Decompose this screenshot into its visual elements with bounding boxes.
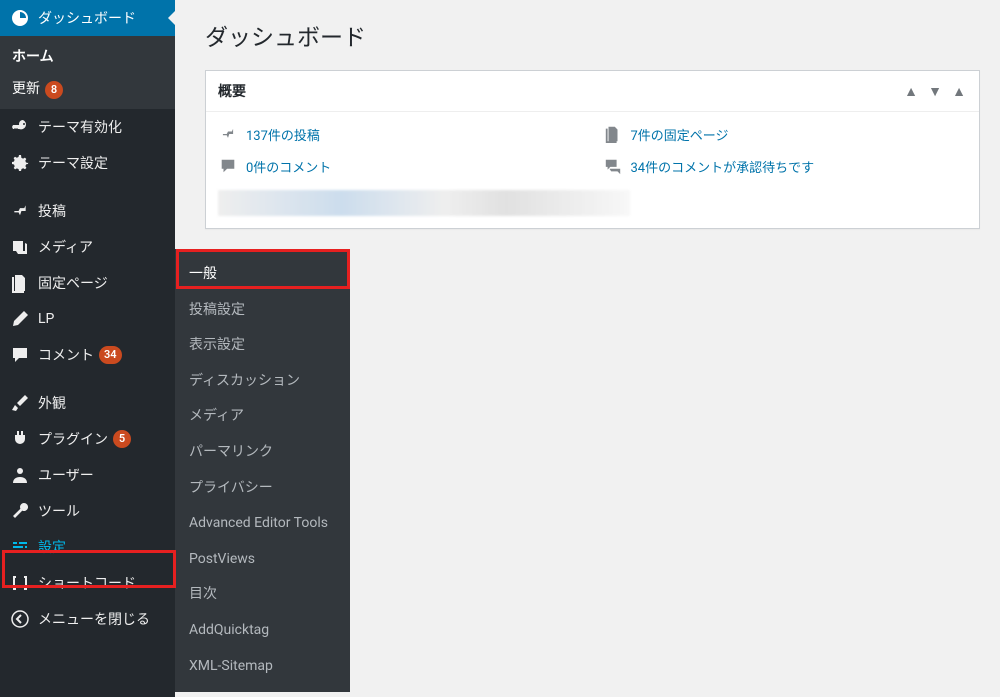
sidebar-label: 固定ページ [38,273,108,293]
settings-flyout: 一般 投稿設定 表示設定 ディスカッション メディア パーマリンク プライバシー… [175,249,350,692]
gear-icon [10,153,30,173]
sidebar-item-comments[interactable]: コメント 34 [0,337,175,373]
sidebar-label: プラグイン [38,429,108,449]
sidebar-label: ツール [38,501,80,521]
flyout-item-writing[interactable]: 投稿設定 [175,293,350,329]
sidebar-item-users[interactable]: ユーザー [0,457,175,493]
sidebar-label: メディア [38,237,93,257]
overview-posts: 137件の投稿 [218,124,583,144]
flyout-item-general[interactable]: 一般 [175,257,350,293]
pin-icon [10,201,30,221]
overview-pages: 7件の固定ページ [603,124,968,144]
overview-comments-link[interactable]: 0件のコメント [246,157,331,176]
page-icon [10,273,30,293]
comment-icon [10,345,30,365]
sidebar-label: ショートコード [38,573,136,593]
overview-pending: 34件のコメントが承認待ちです [603,156,968,176]
admin-sidebar: ダッシュボード ホーム 更新8 テーマ有効化 テーマ設定 投稿 メディア 固定ペ… [0,0,175,697]
page-icon [603,124,623,144]
flyout-item-postviews[interactable]: PostViews [175,542,350,578]
metabox-controls: ▲ ▼ ▲ [903,83,967,100]
page-title: ダッシュボード [205,18,980,52]
metabox-title: 概要 [218,81,903,101]
flyout-item-aet[interactable]: Advanced Editor Tools [175,506,350,542]
flyout-item-privacy[interactable]: プライバシー [175,471,350,507]
sidebar-item-plugins[interactable]: プラグイン 5 [0,421,175,457]
comments-badge: 34 [99,346,122,364]
sidebar-label: ユーザー [38,465,94,485]
sidebar-label: 設定 [38,537,66,557]
sidebar-label: コメント [38,345,94,365]
overview-pages-link[interactable]: 7件の固定ページ [631,125,729,144]
sidebar-label: 外観 [38,393,66,413]
plugins-badge: 5 [113,430,131,448]
dashboard-icon [10,8,30,28]
sidebar-item-shortcode[interactable]: ショートコード [0,565,175,601]
sidebar-item-collapse[interactable]: メニューを閉じる [0,601,175,637]
flyout-item-discussion[interactable]: ディスカッション [175,364,350,400]
user-icon [10,465,30,485]
flyout-item-toc[interactable]: 目次 [175,577,350,613]
redacted-strip [218,190,630,216]
collapse-icon [10,609,30,629]
sidebar-item-tools[interactable]: ツール [0,493,175,529]
sidebar-item-pages[interactable]: 固定ページ [0,265,175,301]
sliders-icon [10,537,30,557]
main-content: ダッシュボード 概要 ▲ ▼ ▲ 137件の投稿 7件の固定ページ [195,0,1000,249]
overview-pending-link[interactable]: 34件のコメントが承認待ちです [631,157,815,176]
sidebar-item-posts[interactable]: 投稿 [0,193,175,229]
move-up-icon[interactable]: ▲ [903,83,919,100]
sidebar-label: LP [38,311,54,327]
overview-grid: 137件の投稿 7件の固定ページ 0件のコメント 34件のコメントが承認待ちです [218,124,967,176]
updates-badge: 8 [45,81,63,99]
sidebar-sub-updates[interactable]: 更新8 [0,72,175,105]
sidebar-sub-home[interactable]: ホーム [0,40,175,72]
metabox-header: 概要 ▲ ▼ ▲ [206,71,979,112]
sidebar-label: テーマ有効化 [38,117,122,137]
sidebar-dashboard-submenu: ホーム 更新8 [0,36,175,109]
sidebar-item-dashboard[interactable]: ダッシュボード [0,0,175,36]
brush-icon [10,393,30,413]
sidebar-label: ダッシュボード [38,8,136,28]
flyout-item-addquicktag[interactable]: AddQuicktag [175,613,350,649]
key-icon [10,117,30,137]
pencil-icon [10,309,30,329]
overview-comments: 0件のコメント [218,156,583,176]
sidebar-item-theme-activate[interactable]: テーマ有効化 [0,109,175,145]
flyout-item-permalinks[interactable]: パーマリンク [175,435,350,471]
sidebar-item-appearance[interactable]: 外観 [0,385,175,421]
wrench-icon [10,501,30,521]
sidebar-item-settings[interactable]: 設定 [0,529,175,565]
sidebar-label: 投稿 [38,201,66,221]
sidebar-label: テーマ設定 [38,153,108,173]
comment-icon [218,156,238,176]
sidebar-item-media[interactable]: メディア [0,229,175,265]
comments-icon [603,156,623,176]
sidebar-item-theme-settings[interactable]: テーマ設定 [0,145,175,181]
toggle-icon[interactable]: ▲ [951,83,967,100]
flyout-item-reading[interactable]: 表示設定 [175,328,350,364]
brackets-icon [10,573,30,593]
flyout-item-xmlsitemap[interactable]: XML-Sitemap [175,649,350,685]
media-icon [10,237,30,257]
sidebar-label: メニューを閉じる [38,609,150,629]
overview-posts-link[interactable]: 137件の投稿 [246,125,320,144]
plug-icon [10,429,30,449]
overview-metabox: 概要 ▲ ▼ ▲ 137件の投稿 7件の固定ページ 0件のコメント [205,70,980,229]
metabox-body: 137件の投稿 7件の固定ページ 0件のコメント 34件のコメントが承認待ちです [206,112,979,228]
move-down-icon[interactable]: ▼ [927,83,943,100]
pin-icon [218,124,238,144]
flyout-item-media[interactable]: メディア [175,399,350,435]
sidebar-item-lp[interactable]: LP [0,301,175,337]
